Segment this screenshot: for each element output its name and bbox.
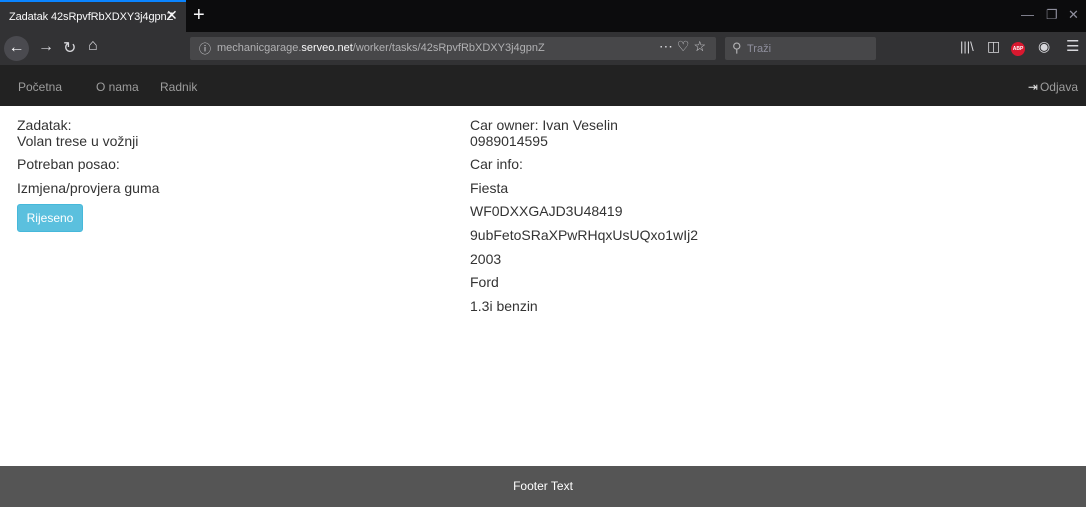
car-engine: 1.3i benzin: [470, 298, 538, 314]
car-info-label: Car info:: [470, 156, 523, 172]
search-icon: ⚲: [732, 40, 742, 55]
work-label: Potreban posao:: [17, 156, 120, 172]
menu-icon[interactable]: ☰: [1066, 37, 1079, 55]
work-value: Izmjena/provjera guma: [17, 180, 160, 196]
car-owner: Car owner: Ivan Veselin: [470, 117, 618, 133]
main-content: Zadatak: Volan trese u vožnji Potreban p…: [0, 106, 1086, 466]
task-heading: Zadatak:: [17, 117, 72, 133]
browser-tab[interactable]: Zadatak 42sRpvfRbXDXY3j4gpnZ ✕: [0, 0, 186, 32]
solved-button[interactable]: Rijeseno: [17, 204, 83, 232]
site-navbar: Početna O nama Radnik ⇥ Odjava: [0, 65, 1086, 106]
car-vin: WF0DXXGAJD3U48419: [470, 203, 623, 219]
car-year: 2003: [470, 251, 502, 267]
sidebar-icon[interactable]: ◫: [987, 38, 1000, 55]
search-bar[interactable]: ⚲: [725, 37, 876, 60]
back-arrow-icon[interactable]: ←: [4, 36, 29, 61]
close-window-icon[interactable]: ✕: [1068, 7, 1079, 23]
nav-link-home[interactable]: Početna: [18, 80, 62, 94]
nav-link-worker[interactable]: Radnik: [160, 80, 197, 94]
reload-icon[interactable]: ↻: [63, 38, 76, 58]
page-actions-icons[interactable]: ⋯♡☆: [659, 38, 710, 55]
close-tab-icon[interactable]: ✕: [166, 7, 178, 24]
pocket-icon: ♡: [676, 38, 694, 54]
forward-arrow-icon[interactable]: →: [38, 38, 54, 56]
page-footer: Footer Text: [0, 466, 1086, 507]
nav-link-about[interactable]: O nama: [96, 80, 139, 94]
logout-label: Odjava: [1039, 80, 1078, 94]
library-icon[interactable]: |||\: [960, 39, 974, 54]
tab-title: Zadatak 42sRpvfRbXDXY3j4gpnZ: [9, 11, 174, 23]
car-id: 9ubFetoSRaXPwRHqxUsUQxo1wIj2: [470, 227, 698, 243]
task-description: Volan trese u vožnji: [17, 133, 139, 149]
browser-toolbar: ← → ↻ ⌂ ⓘ mechanicgarage.serveo.net/work…: [0, 32, 1086, 65]
home-icon[interactable]: ⌂: [88, 37, 98, 55]
restore-icon[interactable]: ❐: [1046, 7, 1058, 23]
url-text[interactable]: mechanicgarage.serveo.net/worker/tasks/4…: [217, 42, 545, 54]
more-icon: ⋯: [658, 38, 677, 54]
url-bar[interactable]: ⓘ mechanicgarage.serveo.net/worker/tasks…: [190, 37, 716, 60]
logout-link[interactable]: ⇥ Odjava: [1028, 80, 1078, 94]
owner-phone: 0989014595: [470, 133, 548, 149]
info-icon[interactable]: ⓘ: [199, 40, 211, 57]
adblock-icon[interactable]: ABP: [1011, 42, 1025, 56]
logout-icon: ⇥: [1027, 80, 1038, 94]
bookmark-star-icon: ☆: [693, 38, 710, 54]
new-tab-icon[interactable]: +: [193, 2, 205, 28]
car-make: Ford: [470, 274, 499, 290]
browser-tab-bar: Zadatak 42sRpvfRbXDXY3j4gpnZ ✕ + — ❐ ✕: [0, 0, 1086, 32]
account-icon[interactable]: ◉: [1038, 38, 1050, 55]
car-model: Fiesta: [470, 180, 509, 196]
search-input[interactable]: [747, 40, 867, 57]
minimize-icon[interactable]: —: [1021, 7, 1034, 22]
